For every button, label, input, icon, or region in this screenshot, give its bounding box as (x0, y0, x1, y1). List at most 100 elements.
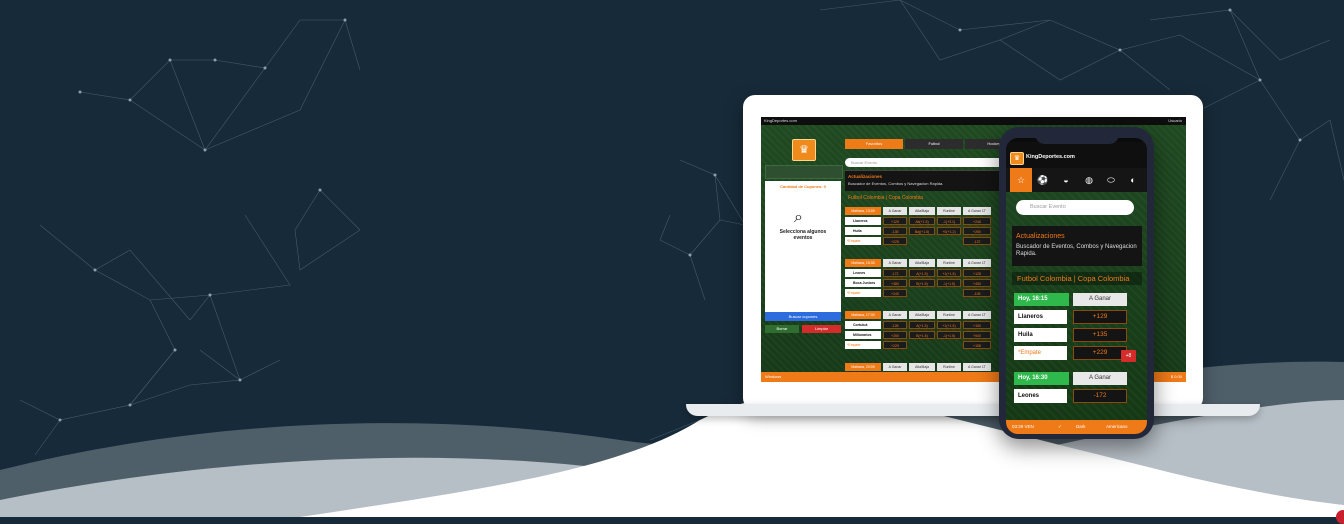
laptop-news-box: Actualizaciones Buscador de Eventos, Com… (845, 170, 1025, 191)
phone-search-input[interactable]: Buscar Evento (1016, 200, 1134, 215)
odd-button[interactable]: -137 (963, 237, 991, 245)
odd-button[interactable]: -128 (883, 321, 907, 329)
col-header: Runline (937, 363, 961, 371)
reset-button[interactable]: Limpiar (802, 325, 841, 333)
phone-screen: ♛ KingDeportes.com ☆ ⚽ ◒ ◍ ⬭ ◐ Buscar Ev… (1006, 138, 1147, 434)
odd-button[interactable]: A(+1.5) (909, 321, 935, 329)
clear-button[interactable]: Borrar (765, 325, 799, 333)
match-time: Mañana, 20:00 (845, 363, 881, 371)
odd-button[interactable]: -105 (963, 289, 991, 297)
news-body: Buscador de Eventos, Combos y Navegacion… (848, 181, 944, 186)
odd-button[interactable]: +225 (883, 237, 907, 245)
phone-bottombar: 03:29 VEN ✓ Dark Americano (1006, 420, 1147, 434)
more-bets-badge[interactable]: +8 (1121, 350, 1136, 362)
col-header: A Ganar 1T (963, 259, 991, 267)
match-time: Mañana, 17:30 (845, 311, 881, 319)
odd-button[interactable]: +250 (963, 227, 991, 235)
odd-button[interactable]: +150 (963, 321, 991, 329)
odd-button[interactable]: A(+1.5) (909, 269, 935, 277)
col-header: Runline (937, 207, 961, 215)
odd-button[interactable]: +250 (883, 331, 907, 339)
col-header: Alta/Baja (909, 259, 935, 267)
odd-button[interactable]: -135 (883, 227, 907, 235)
search-icon: ⌕ (794, 209, 803, 226)
odd-button[interactable]: +450 (963, 279, 991, 287)
bottom-left-label[interactable]: Windows (765, 372, 781, 382)
draw-label: *Empate (845, 341, 881, 349)
team-name: Leones (1014, 389, 1067, 403)
draw-label: *Empate (845, 289, 881, 297)
odd-button[interactable]: Baj(+1.5) (909, 227, 935, 235)
match-time: Mañana, 13:00 (845, 207, 881, 215)
odd-button[interactable]: -1(+1.5) (937, 279, 961, 287)
coupon-footer-button[interactable]: Buscar cupones (765, 312, 841, 321)
soccer-icon[interactable]: ⚽ (1032, 168, 1054, 192)
odd-button[interactable]: B(+1.5) (909, 279, 935, 287)
phone-site-name: KingDeportes.com (1026, 154, 1075, 160)
col-header: Alta/Baja (909, 311, 935, 319)
col-header: A Ganar (1073, 372, 1127, 385)
col-header: Runline (937, 311, 961, 319)
odd-button[interactable]: Alt(+1.5) (909, 217, 935, 225)
tab-soccer[interactable]: Futbol (905, 139, 963, 149)
coupon-actions: Borrar Limpiar (765, 325, 841, 333)
clock-label: 03:29 VEN (1012, 424, 1034, 429)
odd-button[interactable]: +158 (963, 341, 991, 349)
phone-news-box: Actualizaciones Buscador de Eventos, Com… (1012, 226, 1142, 266)
laptop-base (686, 404, 1260, 416)
team-name: Huila (845, 227, 881, 235)
odd-button[interactable]: -172 (883, 269, 907, 277)
odd-button[interactable]: +229 (883, 341, 907, 349)
col-header: A Ganar 1T (963, 207, 991, 215)
odd-button[interactable]: -1(+1.5) (937, 331, 961, 339)
col-header: A Ganar (883, 311, 907, 319)
corner-badge (1336, 510, 1344, 524)
team-name: Huila (1014, 328, 1067, 342)
tab-favorites[interactable]: Favoritos (845, 139, 903, 149)
team-name: Leones (845, 269, 881, 277)
match-time: Hoy, 16:15 (1014, 293, 1069, 306)
coupon-message: Selecciona algunos eventos (779, 229, 827, 241)
col-header: Alta/Baja (909, 363, 935, 371)
phone-header: ♛ KingDeportes.com (1006, 142, 1147, 168)
coupon-panel: Cantidad de Cupones: 0 ⌕ Selecciona algu… (765, 181, 841, 321)
balance-label: $ 0.00 (1170, 374, 1182, 379)
odd-button[interactable]: -1(+3.1) (937, 217, 961, 225)
odd-button[interactable]: +128 (963, 269, 991, 277)
star-icon[interactable]: ☆ (1010, 168, 1032, 192)
laptop-site-name: KingDeportes.com (764, 118, 797, 123)
odd-button[interactable]: B(+1.5) (909, 331, 935, 339)
volleyball-icon[interactable]: ◐ (1122, 168, 1144, 192)
coupon-title: Cantidad de Cupones: 0 (780, 184, 826, 189)
crown-logo-icon[interactable]: ♛ (792, 139, 816, 161)
odd-button[interactable]: +229 (1073, 346, 1127, 360)
odd-button[interactable]: +380 (883, 279, 907, 287)
odd-button[interactable]: +129 (883, 217, 907, 225)
odd-button[interactable]: +0(+1.2) (937, 227, 961, 235)
odd-button[interactable]: +240 (883, 289, 907, 297)
crown-logo-icon[interactable]: ♛ (1010, 152, 1024, 165)
col-header: Runline (937, 259, 961, 267)
odd-button[interactable]: +246 (963, 217, 991, 225)
odd-button[interactable]: +1(+1.5) (937, 269, 961, 277)
football-icon[interactable]: ⬭ (1100, 168, 1122, 192)
odd-button[interactable]: +1(+1.5) (937, 321, 961, 329)
laptop-search-input[interactable]: Buscar Evento (845, 158, 1025, 167)
col-header: A Ganar 1T (963, 311, 991, 319)
team-name: Cortuluá (845, 321, 881, 329)
theme-select[interactable]: Dark (1076, 420, 1086, 434)
sidebar-field[interactable] (765, 165, 843, 179)
odd-button[interactable]: -172 (1073, 389, 1127, 403)
laptop-user[interactable]: Usuario (1168, 117, 1182, 125)
news-body: Buscador de Eventos, Combos y Navegacion… (1016, 244, 1137, 257)
check-icon[interactable]: ✓ (1058, 420, 1062, 434)
sport-icon-bar: ☆ ⚽ ◒ ◍ ⬭ ◐ (1006, 168, 1147, 192)
news-title: Actualizaciones (848, 174, 883, 179)
team-name: Millonarios (845, 331, 881, 339)
basketball-icon[interactable]: ◍ (1078, 168, 1100, 192)
odd-button[interactable]: +540 (963, 331, 991, 339)
odds-format-select[interactable]: Americano (1106, 420, 1128, 434)
odd-button[interactable]: +135 (1073, 328, 1127, 342)
odd-button[interactable]: +129 (1073, 310, 1127, 324)
baseball-icon[interactable]: ◒ (1055, 168, 1077, 192)
